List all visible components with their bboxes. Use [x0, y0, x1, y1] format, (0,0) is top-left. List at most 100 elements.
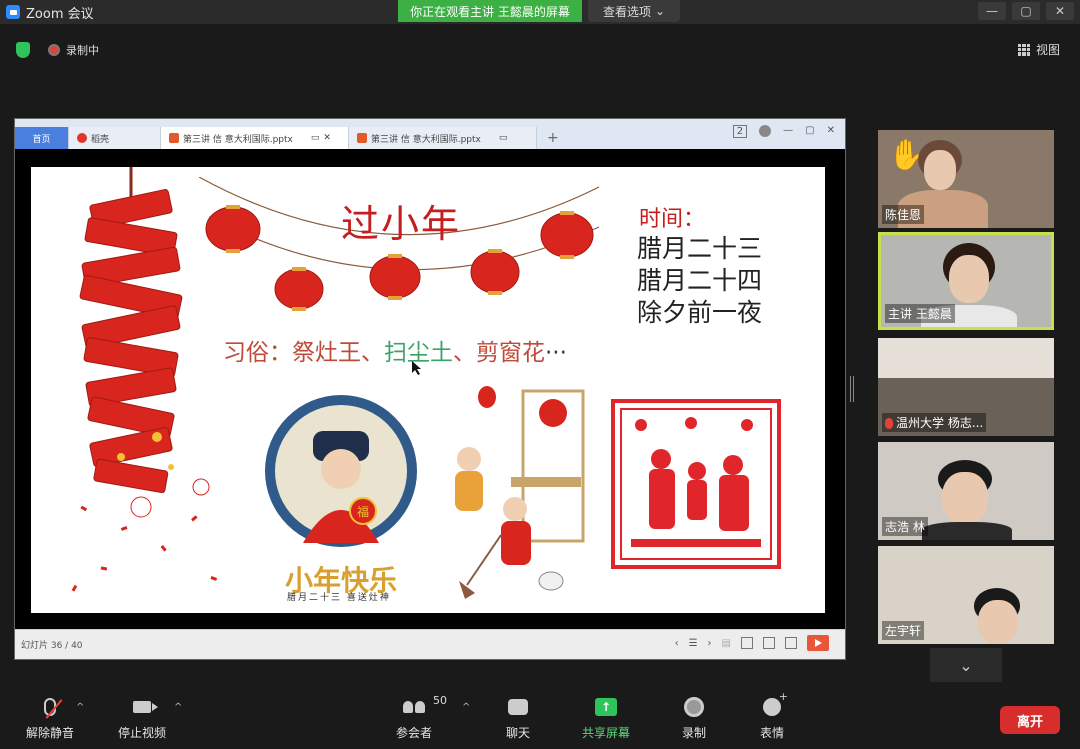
view-options-label: 查看选项 [602, 4, 651, 19]
audio-options-caret-icon[interactable]: ^ [76, 702, 84, 713]
participant-name: 温州大学 杨志... [882, 413, 987, 432]
play-slideshow-button[interactable] [807, 635, 829, 651]
notes-icon[interactable]: ▤ [722, 638, 731, 649]
minimize-button[interactable]: — [978, 2, 1006, 20]
ppt-status-bar: 幻灯片 36 / 40 ‹ ☰ › ▤ [15, 629, 845, 659]
normal-view-icon[interactable] [741, 637, 753, 649]
participant-tile[interactable]: 志浩 林 [878, 442, 1054, 540]
happy-xiaonian-subtitle: 腊月二十三 喜送灶神 [287, 593, 391, 603]
participant-tile-active-speaker[interactable]: 主讲 王懿晨 [878, 232, 1054, 330]
time-item: 腊月二十三 [637, 234, 763, 263]
view-label: 视图 [1035, 43, 1060, 57]
fortune-badge-char: 福 [357, 504, 369, 519]
share-screen-button[interactable]: ↑ 共享屏幕 [582, 696, 630, 741]
leave-meeting-button[interactable]: 离开 [1000, 706, 1060, 734]
user-avatar-icon[interactable] [759, 125, 772, 137]
video-options-caret-icon[interactable]: ^ [174, 702, 182, 713]
maximize-button[interactable]: ▢ [1012, 2, 1040, 20]
slide-area: 过小年 时间： 腊月二十三 腊月二十四 除夕前一夜 习俗：祭灶王、扫尘土、剪窗花… [15, 149, 845, 631]
share-screen-icon: ↑ [595, 698, 617, 716]
chat-bubble-icon [508, 699, 528, 715]
ppt-maximize-button[interactable]: ▢ [805, 125, 814, 138]
ppt-window-controls: 2 — ▢ ✕ [732, 125, 835, 138]
window-title: Zoom 会议 [26, 6, 94, 22]
smiley-icon [763, 690, 788, 716]
custom-item: 剪窗花 [476, 340, 545, 366]
monitor-icon: ▭ [498, 133, 508, 143]
chat-button[interactable]: 聊天 [506, 696, 530, 741]
unmute-label: 解除静音 [26, 726, 75, 740]
participants-label: 参会者 [396, 726, 433, 740]
slide-counter: 幻灯片 36 / 40 [21, 641, 83, 651]
participant-name: 志浩 林 [882, 517, 928, 536]
reactions-label: 表情 [760, 726, 785, 740]
ppt-file-icon [169, 133, 179, 143]
zoom-logo-icon [6, 5, 20, 19]
time-item: 除夕前一夜 [637, 298, 763, 327]
video-camera-icon [133, 701, 158, 713]
participant-name: 陈佳恩 [882, 205, 925, 224]
window-controls: — ▢ ✕ [978, 2, 1074, 20]
tab-ppt-file-2[interactable]: 第三讲 信 意大利国际.pptx ▭ [349, 127, 537, 149]
recording-indicator[interactable]: 录制中 [48, 42, 99, 58]
reading-view-icon[interactable] [785, 637, 797, 649]
participant-face [949, 255, 989, 303]
mic-muted-icon [885, 418, 893, 429]
recording-label: 录制中 [66, 44, 99, 57]
security-shield-icon[interactable] [16, 42, 30, 58]
time-item: 腊月二十四 [637, 266, 763, 295]
reactions-button[interactable]: 表情 [760, 690, 788, 741]
tiles-scroll-down-button[interactable]: ⌄ [930, 648, 1002, 682]
ppt-file-icon [357, 133, 367, 143]
panel-resize-handle[interactable] [850, 376, 854, 402]
ppt-close-button[interactable]: ✕ [827, 125, 835, 138]
new-tab-button[interactable]: + [537, 127, 569, 149]
participants-button[interactable]: 50 参会者 [396, 694, 447, 741]
stop-video-label: 停止视频 [118, 726, 167, 740]
monitor-icon: ▭ [310, 133, 320, 143]
participant-tile[interactable]: 温州大学 杨志... [878, 338, 1054, 436]
participant-face [924, 150, 956, 190]
tab-docer[interactable]: 稻壳 [69, 127, 161, 149]
unmute-button[interactable]: 解除静音 [26, 696, 74, 741]
customs-line: 习俗：祭灶王、扫尘土、剪窗花··· [223, 333, 567, 367]
view-options-button[interactable]: 查看选项 ⌄ [588, 0, 680, 22]
participant-count: 50 [433, 694, 447, 707]
close-tab-icon[interactable]: ✕ [323, 133, 331, 143]
ppt-minimize-button[interactable]: — [783, 125, 793, 138]
participant-tile[interactable]: 左宇轩 [878, 546, 1054, 644]
share-screen-label: 共享屏幕 [582, 726, 631, 740]
stop-video-button[interactable]: 停止视频 [118, 696, 166, 741]
participant-name: 主讲 王懿晨 [885, 304, 955, 323]
participants-options-caret-icon[interactable]: ^ [462, 702, 470, 713]
custom-item: 祭灶王、 [292, 340, 384, 366]
record-label: 录制 [682, 726, 707, 740]
chat-label: 聊天 [506, 726, 531, 740]
grid-icon [1017, 43, 1030, 56]
ppt-status-controls: ‹ ☰ › ▤ [675, 635, 829, 651]
tab-home[interactable]: 首页 [15, 127, 69, 149]
slide-title: 过小年 [341, 202, 462, 246]
ppt-tab-bar: 首页 稻壳 第三讲 信 意大利国际.pptx ▭ ✕ 第三讲 信 意大利国际.p… [15, 119, 845, 149]
view-button[interactable]: 视图 [1017, 41, 1060, 58]
mouse-cursor-icon [412, 361, 421, 375]
custom-separator: 、 [453, 340, 476, 366]
sorter-view-icon[interactable] [763, 637, 775, 649]
participant-face [942, 472, 988, 524]
slide: 过小年 时间： 腊月二十三 腊月二十四 除夕前一夜 习俗：祭灶王、扫尘土、剪窗花… [31, 167, 825, 613]
close-button[interactable]: ✕ [1046, 2, 1074, 20]
record-icon [684, 697, 704, 717]
tab-ppt-file-1[interactable]: 第三讲 信 意大利国际.pptx ▭ ✕ [161, 127, 349, 149]
participant-tile[interactable]: ✋ 陈佳恩 [878, 130, 1054, 228]
chevron-down-icon: ⌄ [654, 4, 666, 18]
tab-count-badge: 2 [732, 125, 748, 138]
prev-slide-button[interactable]: ‹ [675, 638, 679, 649]
record-dot-icon [48, 44, 60, 56]
kitchen-god-illustration: 福 [265, 395, 417, 547]
ceiling-background [878, 338, 1054, 378]
participant-body [922, 522, 1012, 540]
record-button[interactable]: 录制 [682, 696, 706, 741]
slide-list-icon[interactable]: ☰ [689, 638, 698, 649]
customs-prefix: 习俗： [223, 340, 292, 366]
next-slide-button[interactable]: › [708, 638, 712, 649]
